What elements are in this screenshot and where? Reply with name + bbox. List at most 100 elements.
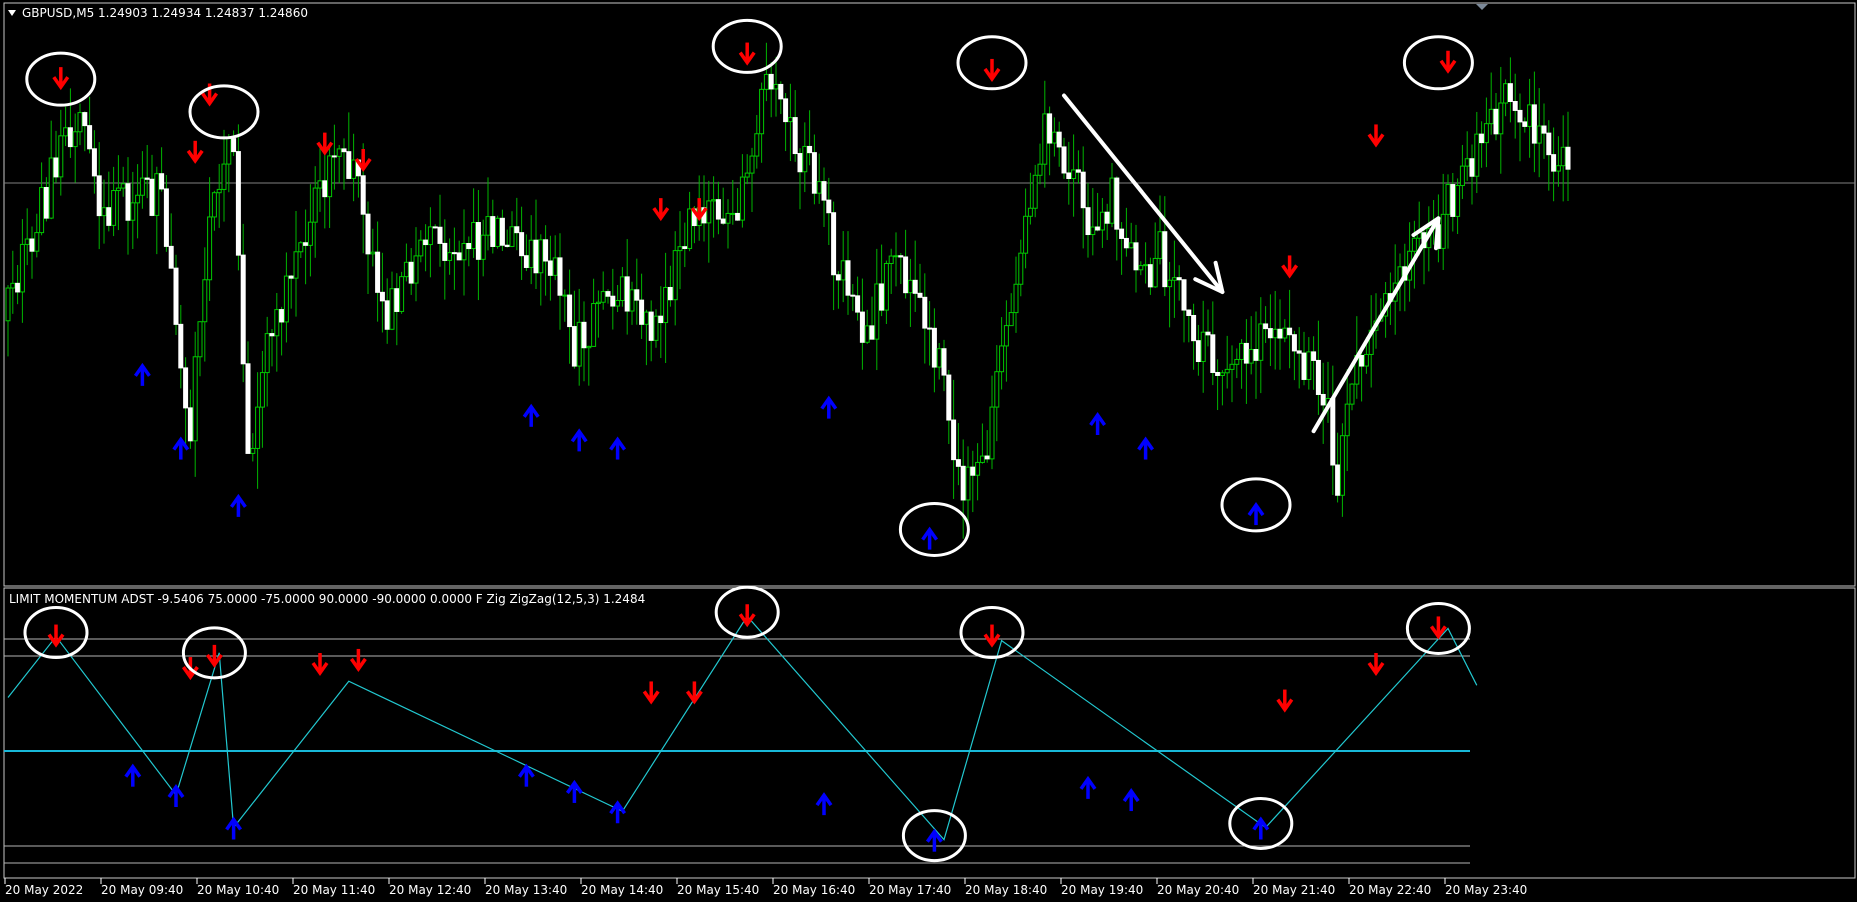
x-tick-label: 20 May 14:40 bbox=[581, 883, 663, 897]
candle-body bbox=[1181, 279, 1187, 311]
candle-body bbox=[1330, 397, 1336, 466]
indicator-header: LIMIT MOMENTUM ADST -9.5406 75.0000 -75.… bbox=[9, 592, 645, 606]
x-tick-label: 20 May 10:40 bbox=[197, 883, 279, 897]
candle-body bbox=[427, 226, 433, 246]
candle-body bbox=[547, 260, 553, 276]
candle-body bbox=[1061, 146, 1067, 174]
x-tick-label: 20 May 13:40 bbox=[485, 883, 567, 897]
candle-body bbox=[533, 239, 539, 274]
candle-body bbox=[1445, 184, 1451, 215]
candle-body bbox=[375, 251, 381, 293]
x-tick-label: 20 May 18:40 bbox=[965, 883, 1047, 897]
candle-body bbox=[288, 275, 294, 279]
candle-body bbox=[1133, 242, 1139, 271]
candle-body bbox=[591, 303, 597, 347]
candle-body bbox=[154, 173, 160, 216]
candle-body bbox=[859, 311, 865, 343]
candle-body bbox=[1411, 237, 1417, 252]
candle-body bbox=[317, 180, 323, 189]
candle-body bbox=[15, 282, 21, 293]
candle-body bbox=[1066, 172, 1072, 180]
candle-body bbox=[394, 288, 400, 312]
candle-body bbox=[96, 175, 102, 217]
candle-body bbox=[1469, 158, 1475, 177]
candle-body bbox=[999, 345, 1005, 373]
candle-body bbox=[807, 145, 813, 154]
x-tick-label: 20 May 19:40 bbox=[1061, 883, 1143, 897]
candle-body bbox=[58, 135, 64, 178]
candle-body bbox=[389, 288, 395, 330]
candle-body bbox=[581, 321, 587, 349]
candle-body bbox=[1551, 154, 1557, 172]
candle-body bbox=[279, 309, 285, 323]
candle-body bbox=[1253, 349, 1259, 361]
candle-body bbox=[1483, 123, 1489, 144]
candle-body bbox=[101, 207, 107, 217]
candle-body bbox=[490, 216, 496, 247]
candle-body bbox=[1109, 177, 1115, 224]
candle-body bbox=[442, 242, 448, 261]
candle-body bbox=[936, 348, 942, 368]
candle-body bbox=[211, 192, 217, 218]
candle-body bbox=[283, 275, 289, 323]
candle-body bbox=[1531, 104, 1537, 144]
candle-body bbox=[514, 226, 520, 234]
candle-body bbox=[1013, 283, 1019, 314]
candle-body bbox=[82, 112, 88, 127]
candle-body bbox=[1205, 331, 1211, 336]
candle-body bbox=[29, 238, 35, 252]
candle-body bbox=[571, 326, 577, 367]
candle-body bbox=[341, 148, 347, 153]
candle-body bbox=[562, 294, 568, 297]
candle bbox=[495, 215, 501, 249]
candle-body bbox=[946, 374, 952, 421]
candle-body bbox=[874, 283, 880, 340]
candle-body bbox=[725, 212, 731, 224]
candle-body bbox=[605, 291, 611, 297]
candle-body bbox=[120, 183, 126, 189]
candle-body bbox=[202, 279, 208, 323]
candle-body bbox=[1195, 340, 1201, 363]
candle-body bbox=[1071, 169, 1077, 180]
candle-body bbox=[1239, 342, 1245, 360]
candle bbox=[399, 271, 405, 314]
candle-body bbox=[269, 333, 275, 337]
candle-body bbox=[303, 242, 309, 246]
candle-body bbox=[1440, 213, 1446, 249]
candle-body bbox=[586, 345, 592, 349]
candle-body bbox=[624, 276, 630, 312]
candle-body bbox=[19, 243, 25, 293]
candle-body bbox=[682, 246, 688, 249]
candle-body bbox=[677, 246, 683, 252]
candle-body bbox=[869, 325, 875, 340]
candle-body bbox=[264, 333, 270, 374]
candle-body bbox=[951, 419, 957, 461]
candle-body bbox=[922, 296, 928, 329]
candle-body bbox=[600, 291, 606, 303]
candle-body bbox=[418, 239, 424, 257]
candle-body bbox=[384, 300, 390, 330]
candle-body bbox=[24, 238, 30, 245]
candle-body bbox=[864, 325, 870, 343]
candle-body bbox=[1147, 264, 1153, 288]
candle-body bbox=[307, 221, 313, 246]
candle-body bbox=[10, 282, 16, 289]
candle-body bbox=[850, 294, 856, 297]
candle-body bbox=[231, 138, 237, 153]
candle-body bbox=[802, 145, 808, 173]
candle-body bbox=[322, 180, 328, 198]
candle-body bbox=[672, 250, 678, 301]
candle-body bbox=[159, 173, 165, 190]
candle-body bbox=[192, 356, 198, 442]
candle-body bbox=[1003, 325, 1009, 347]
candle-body bbox=[48, 157, 54, 219]
candle-body bbox=[461, 242, 467, 261]
candle-body bbox=[576, 321, 582, 367]
candle-body bbox=[1565, 146, 1571, 170]
candle-body bbox=[1287, 327, 1293, 336]
candle-body bbox=[183, 367, 189, 409]
candle-body bbox=[1018, 252, 1024, 285]
candle-body bbox=[687, 208, 693, 249]
candle-body bbox=[797, 153, 803, 173]
candle-body bbox=[1282, 327, 1288, 339]
